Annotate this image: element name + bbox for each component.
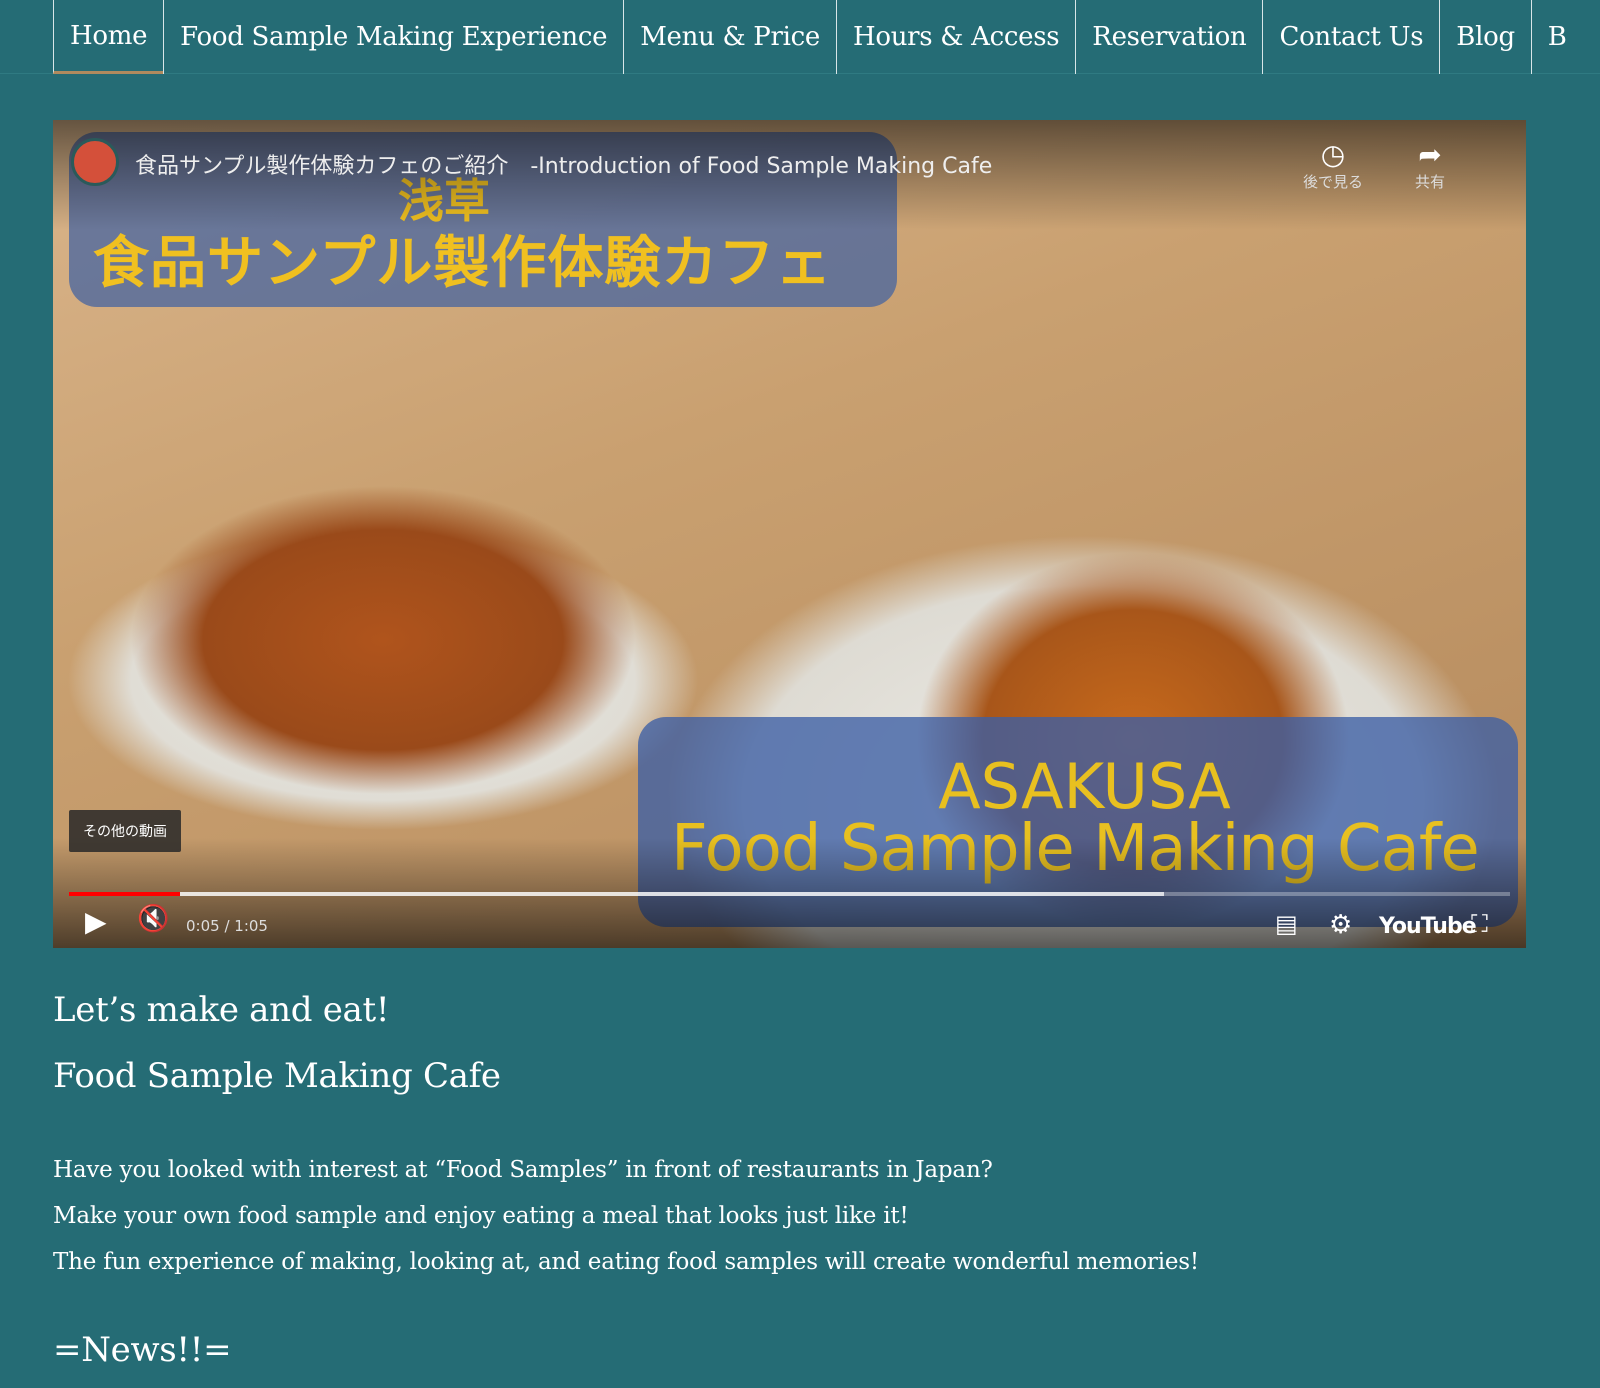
nav-blog[interactable]: Blog: [1439, 0, 1531, 74]
nav-experience[interactable]: Food Sample Making Experience: [163, 0, 623, 74]
nav-menu-price[interactable]: Menu & Price: [623, 0, 836, 74]
nav-overflow-item[interactable]: B: [1530, 0, 1583, 74]
intro-paragraph: Make your own food sample and enjoy eati…: [53, 1203, 909, 1229]
play-icon[interactable]: ▶: [85, 905, 107, 938]
video-title[interactable]: 食品サンプル製作体験カフェのご紹介 -Introduction of Food …: [135, 148, 992, 180]
played-bar: [69, 892, 180, 896]
news-heading: =News!!=: [53, 1330, 232, 1370]
channel-avatar[interactable]: [71, 138, 119, 186]
intro-paragraph: Have you looked with interest at “Food S…: [53, 1157, 993, 1183]
nav-contact[interactable]: Contact Us: [1262, 0, 1439, 74]
share-button[interactable]: ➦ 共有: [1415, 138, 1445, 192]
main-nav: Home Food Sample Making Experience Menu …: [0, 0, 1600, 74]
nav-reservation[interactable]: Reservation: [1075, 0, 1262, 74]
watch-later-button[interactable]: ◷ 後で見る: [1303, 138, 1363, 192]
progress-bar[interactable]: [69, 892, 1510, 896]
heading-lets-make: Let’s make and eat!: [53, 990, 390, 1030]
share-icon: ➦: [1418, 138, 1442, 171]
muted-icon[interactable]: 🔇: [137, 904, 169, 934]
video-overlay-text: 食品サンプル製作体験カフェ: [93, 231, 833, 296]
time-display: 0:05 / 1:05: [186, 917, 268, 935]
heading-cafe-name: Food Sample Making Cafe: [53, 1056, 501, 1096]
youtube-video-player[interactable]: 浅草 食品サンプル製作体験カフェ ASAKUSA Food Sample Mak…: [53, 120, 1526, 948]
gear-icon[interactable]: ⚙: [1329, 910, 1352, 940]
youtube-logo[interactable]: YouTube: [1379, 914, 1477, 939]
fullscreen-icon[interactable]: ⛶: [1471, 910, 1488, 938]
captions-icon[interactable]: ▤: [1275, 910, 1298, 938]
clock-icon: ◷: [1320, 138, 1346, 171]
intro-paragraph: The fun experience of making, looking at…: [53, 1249, 1199, 1275]
nav-home[interactable]: Home: [53, 0, 164, 74]
more-videos-button[interactable]: その他の動画: [69, 810, 181, 852]
nav-hours-access[interactable]: Hours & Access: [836, 0, 1075, 74]
buffer-bar: [69, 892, 1165, 896]
